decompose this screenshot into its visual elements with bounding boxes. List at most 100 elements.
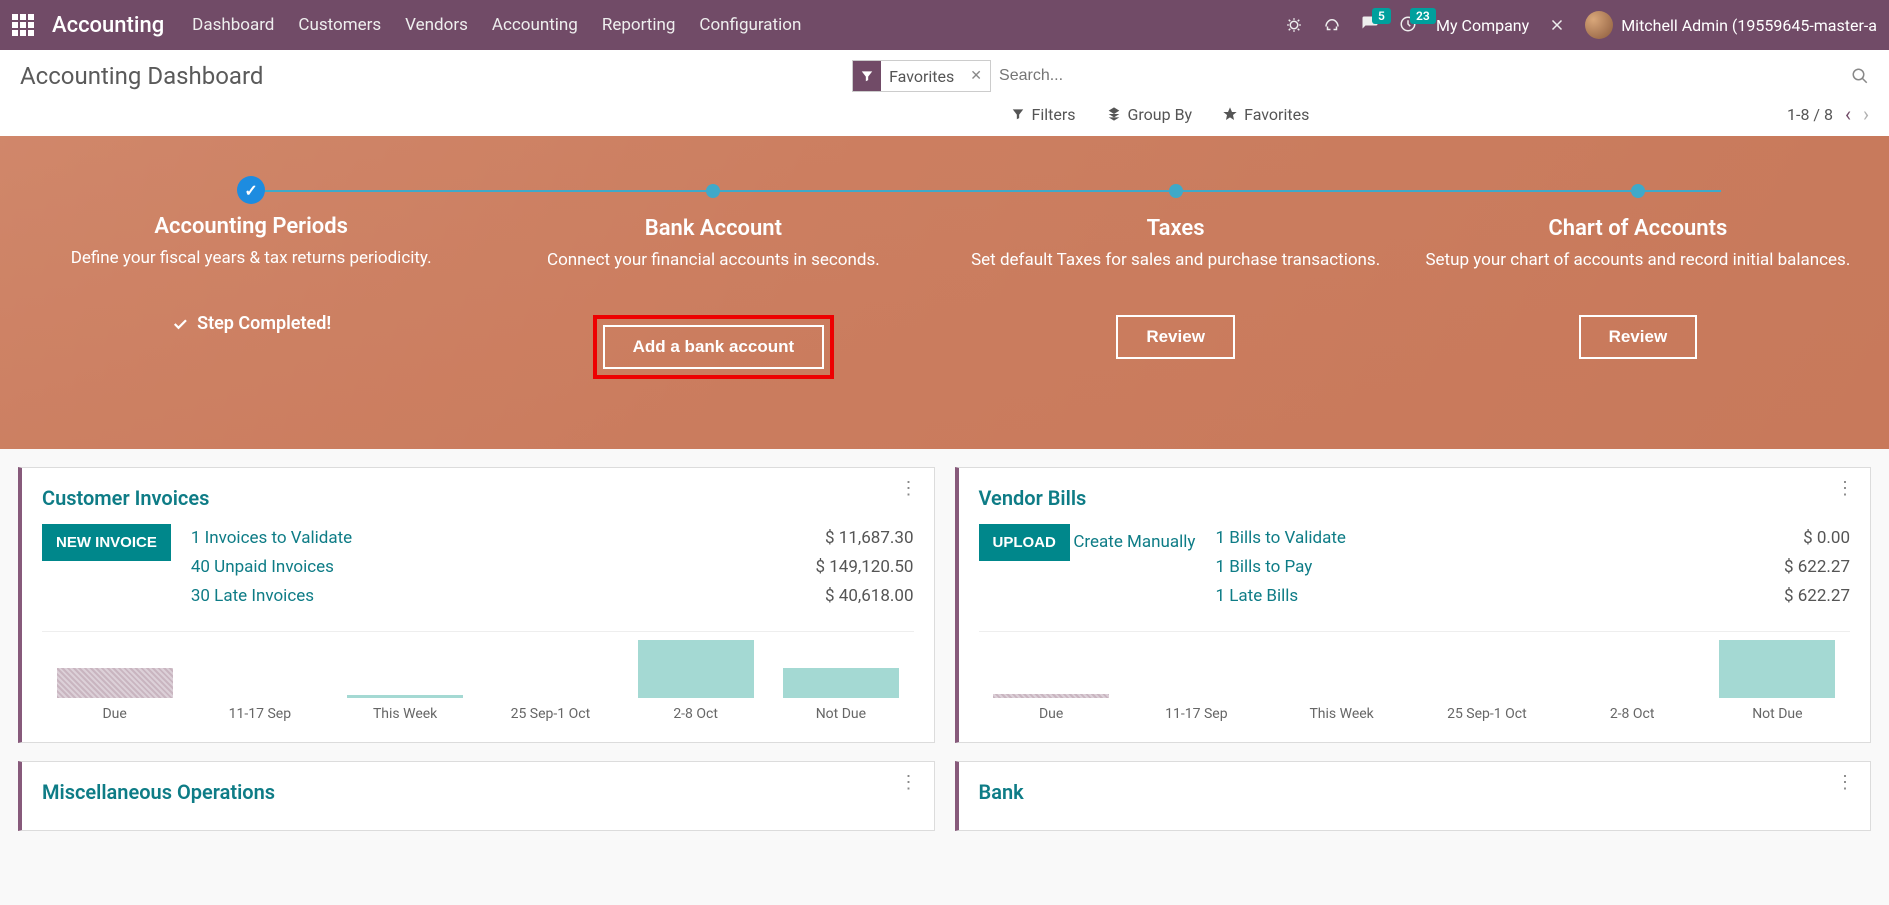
- chart-label: Due: [979, 698, 1124, 730]
- messages-badge: 5: [1372, 8, 1391, 24]
- chart-label: Due: [42, 698, 187, 730]
- search-bar: Favorites ✕: [852, 60, 1869, 92]
- bills-pay-link[interactable]: 1 Bills to Pay: [1215, 553, 1764, 582]
- menu-dashboard[interactable]: Dashboard: [192, 15, 274, 35]
- messages-icon[interactable]: 5: [1360, 14, 1380, 37]
- support-icon[interactable]: [1322, 15, 1342, 35]
- chart-bar[interactable]: 25 Sep-1 Oct: [1414, 632, 1559, 730]
- upload-button[interactable]: UPLOAD: [979, 524, 1070, 561]
- step-title: Chart of Accounts: [1417, 216, 1859, 241]
- chart-label: 2-8 Oct: [623, 698, 768, 730]
- chart-bar[interactable]: Due: [979, 632, 1124, 730]
- review-coa-button[interactable]: Review: [1579, 315, 1698, 359]
- menu-reporting[interactable]: Reporting: [602, 15, 676, 35]
- review-taxes-button[interactable]: Review: [1116, 315, 1235, 359]
- card-customer-invoices: ⋮ Customer Invoices NEW INVOICE 1 Invoic…: [18, 467, 935, 743]
- chart-bar[interactable]: Not Due: [768, 632, 913, 730]
- chart-bar[interactable]: 2-8 Oct: [623, 632, 768, 730]
- search-input[interactable]: [991, 61, 1851, 91]
- pager: 1-8 / 8 ‹ ›: [1787, 102, 1869, 126]
- activity-icon[interactable]: 23: [1398, 14, 1418, 37]
- chart-bar[interactable]: This Week: [1269, 632, 1414, 730]
- chart-label: 25 Sep-1 Oct: [1414, 698, 1559, 730]
- onboard-step-taxes: Taxes Set default Taxes for sales and pu…: [945, 176, 1407, 379]
- tools-icon[interactable]: [1547, 15, 1567, 35]
- menu-accounting[interactable]: Accounting: [492, 15, 578, 35]
- amount-value: $ 40,618.00: [815, 582, 913, 611]
- amount-value: $ 622.27: [1784, 553, 1850, 582]
- pager-count: 1-8 / 8: [1787, 105, 1833, 124]
- card-title[interactable]: Miscellaneous Operations: [42, 780, 914, 804]
- create-manually-link[interactable]: Create Manually: [1073, 532, 1195, 552]
- step-title: Taxes: [955, 216, 1397, 241]
- main-menu: Dashboard Customers Vendors Accounting R…: [192, 15, 1280, 35]
- bills-validate-link[interactable]: 1 Bills to Validate: [1215, 524, 1764, 553]
- groupby-button[interactable]: Group By: [1106, 105, 1193, 124]
- amount-value: $ 622.27: [1784, 582, 1850, 611]
- step-done-icon: [237, 176, 265, 204]
- search-facet-favorites: Favorites ✕: [852, 60, 991, 92]
- dash-col-right: ⋮ Vendor Bills UPLOAD Create Manually 1 …: [955, 467, 1872, 831]
- chart-label: 25 Sep-1 Oct: [478, 698, 623, 730]
- chart-bar[interactable]: 2-8 Oct: [1560, 632, 1705, 730]
- activity-badge: 23: [1410, 8, 1436, 24]
- nav-right: 5 23 My Company Mitchell Admin (19559645…: [1284, 11, 1877, 39]
- chart-bar[interactable]: This Week: [333, 632, 478, 730]
- apps-icon[interactable]: [12, 14, 34, 36]
- card-bank: ⋮ Bank: [955, 761, 1872, 831]
- card-title[interactable]: Bank: [979, 780, 1851, 804]
- chart-bar[interactable]: 11-17 Sep: [1124, 632, 1269, 730]
- facet-label: Favorites: [881, 67, 962, 86]
- pager-prev[interactable]: ‹: [1845, 102, 1851, 126]
- control-bar: Accounting Dashboard Favorites ✕ Filters…: [0, 50, 1889, 136]
- add-bank-account-button[interactable]: Add a bank account: [603, 325, 825, 369]
- menu-vendors[interactable]: Vendors: [405, 15, 468, 35]
- invoices-validate-link[interactable]: 1 Invoices to Validate: [191, 524, 796, 553]
- step-desc: Connect your financial accounts in secon…: [492, 249, 934, 297]
- user-menu[interactable]: Mitchell Admin (19559645-master-a: [1585, 11, 1877, 39]
- menu-configuration[interactable]: Configuration: [699, 15, 801, 35]
- favorites-button[interactable]: Favorites: [1222, 105, 1309, 124]
- step-desc: Define your fiscal years & tax returns p…: [30, 247, 472, 295]
- card-menu-icon[interactable]: ⋮: [900, 778, 918, 787]
- card-menu-icon[interactable]: ⋮: [1836, 778, 1854, 787]
- app-brand: Accounting: [52, 13, 164, 38]
- highlight-box: Add a bank account: [593, 315, 835, 379]
- company-name[interactable]: My Company: [1436, 16, 1529, 35]
- bills-late-link[interactable]: 1 Late Bills: [1215, 582, 1764, 611]
- card-title[interactable]: Vendor Bills: [979, 486, 1851, 510]
- chart-bar[interactable]: Not Due: [1705, 632, 1850, 730]
- facet-remove[interactable]: ✕: [962, 68, 990, 84]
- search-icon[interactable]: [1851, 67, 1869, 85]
- chart-label: This Week: [333, 698, 478, 730]
- avatar-icon: [1585, 11, 1613, 39]
- card-misc-operations: ⋮ Miscellaneous Operations: [18, 761, 935, 831]
- card-title[interactable]: Customer Invoices: [42, 486, 914, 510]
- menu-customers[interactable]: Customers: [298, 15, 381, 35]
- invoices-unpaid-link[interactable]: 40 Unpaid Invoices: [191, 553, 796, 582]
- top-nav: Accounting Dashboard Customers Vendors A…: [0, 0, 1889, 50]
- chart-bar[interactable]: 25 Sep-1 Oct: [478, 632, 623, 730]
- filters-button[interactable]: Filters: [1011, 105, 1075, 124]
- card-menu-icon[interactable]: ⋮: [1836, 484, 1854, 493]
- user-name: Mitchell Admin (19559645-master-a: [1621, 16, 1877, 35]
- amount-value: $ 149,120.50: [815, 553, 913, 582]
- invoice-aging-chart: Due11-17 SepThis Week25 Sep-1 Oct2-8 Oct…: [42, 631, 914, 730]
- onboard-step-coa: Chart of Accounts Setup your chart of ac…: [1407, 176, 1869, 379]
- onboard-step-bank: Bank Account Connect your financial acco…: [482, 176, 944, 379]
- bug-icon[interactable]: [1284, 15, 1304, 35]
- chart-label: Not Due: [768, 698, 913, 730]
- step-title: Bank Account: [492, 216, 934, 241]
- card-menu-icon[interactable]: ⋮: [900, 484, 918, 493]
- amount-value: $ 11,687.30: [815, 524, 913, 553]
- invoices-late-link[interactable]: 30 Late Invoices: [191, 582, 796, 611]
- dashboard: ⋮ Customer Invoices NEW INVOICE 1 Invoic…: [0, 449, 1889, 849]
- chart-label: 11-17 Sep: [1124, 698, 1269, 730]
- step-dot-icon: [1169, 184, 1183, 198]
- bills-aging-chart: Due11-17 SepThis Week25 Sep-1 Oct2-8 Oct…: [979, 631, 1851, 730]
- chart-bar[interactable]: Due: [42, 632, 187, 730]
- chart-label: Not Due: [1705, 698, 1850, 730]
- pager-next[interactable]: ›: [1863, 102, 1869, 126]
- new-invoice-button[interactable]: NEW INVOICE: [42, 524, 171, 561]
- chart-bar[interactable]: 11-17 Sep: [187, 632, 332, 730]
